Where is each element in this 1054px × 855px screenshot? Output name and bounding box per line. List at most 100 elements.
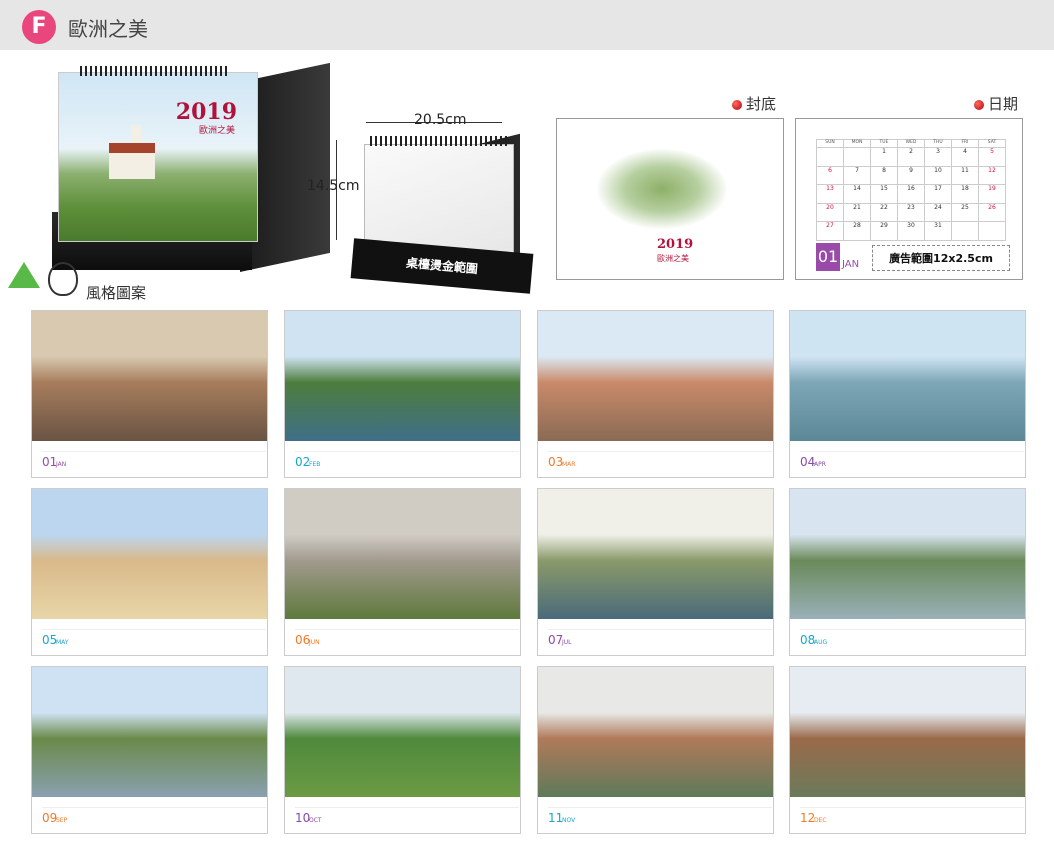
date-cell: 31	[925, 222, 952, 241]
binding-rings-icon	[370, 136, 510, 146]
day-strip	[582, 809, 770, 827]
date-cell	[817, 148, 844, 167]
day-strip	[582, 631, 770, 649]
divider	[42, 629, 266, 630]
date-cell: 5	[979, 148, 1006, 167]
day-strip	[582, 453, 770, 471]
month-name: JAN	[56, 461, 67, 468]
date-page: SUN MON TUE WED THU FRI SAT 1 2 3 4 5 6 7 8 9 10 11 12 13 14…	[795, 118, 1023, 280]
month-card-oct: 10 OCT	[284, 666, 521, 834]
date-cell: 21	[844, 203, 871, 223]
month-card-aug: 08 AUG	[789, 488, 1026, 656]
day-strip	[329, 631, 517, 649]
month-number: 07	[548, 633, 564, 647]
month-name: DEC	[814, 817, 827, 824]
vignette-photo	[597, 149, 727, 229]
divider	[800, 451, 1024, 452]
photo-river-bend-town	[538, 667, 773, 797]
month-grid: SUN MON TUE WED THU FRI SAT 1 2 3 4 5 6 7 8 9 10 11 12 13 14…	[816, 139, 1006, 241]
month-number: 08	[800, 633, 816, 647]
month-name: MAY	[56, 639, 69, 646]
month-number: 12	[800, 811, 816, 825]
church-icon	[109, 143, 155, 179]
photo-bridge-old-town	[790, 667, 1025, 797]
month-number: 04	[800, 455, 816, 469]
date-cell: 17	[925, 185, 952, 204]
month-name: JAN	[842, 259, 860, 270]
month-card-may: 05 MAY	[31, 488, 268, 656]
date-cell: 10	[925, 166, 952, 186]
date-cell: 26	[979, 203, 1006, 223]
weekday-header: SAT	[979, 140, 1006, 148]
face-icon	[48, 262, 78, 296]
divider	[548, 451, 772, 452]
day-strip	[76, 631, 264, 649]
divider	[548, 629, 772, 630]
series-title: 歐洲之美	[68, 17, 148, 41]
cover-calendar: 2019 歐洲之美	[50, 62, 330, 277]
photo-lion-monument	[285, 489, 520, 619]
photo-alpine-river	[32, 667, 267, 797]
date-cell	[952, 222, 979, 241]
day-strip	[834, 631, 1022, 649]
cover-photo: 2019 歐洲之美	[58, 72, 258, 242]
date-cell: 22	[871, 203, 898, 223]
date-cell: 25	[952, 203, 979, 223]
photo-town-square	[538, 311, 773, 441]
month-card-jun: 06 JUN	[284, 488, 521, 656]
month-card-mar: 03 MAR	[537, 310, 774, 478]
photo-river-valley	[285, 311, 520, 441]
month-number: 03	[548, 455, 564, 469]
date-cell: 18	[952, 185, 979, 204]
month-name: SEP	[56, 817, 68, 824]
date-cell: 30	[898, 222, 925, 241]
date-cell: 29	[871, 222, 898, 241]
date-cell: 9	[898, 166, 925, 186]
bullet-icon	[974, 100, 984, 110]
date-cell: 4	[952, 148, 979, 167]
date-cell: 2	[898, 148, 925, 167]
day-strip	[76, 809, 264, 827]
month-number: 01	[816, 243, 840, 271]
month-number: 02	[295, 455, 311, 469]
weekday-header: MON	[844, 140, 871, 148]
month-name: NOV	[562, 817, 576, 824]
binding-rings-icon	[80, 66, 230, 76]
month-name: JUL	[562, 639, 572, 646]
date-cell: 3	[925, 148, 952, 167]
cover-subtitle: 歐洲之美	[198, 126, 235, 136]
month-number: 10	[295, 811, 311, 825]
date-cell: 28	[844, 222, 871, 241]
month-name: AUG	[814, 639, 828, 646]
month-card-apr: 04 APR	[789, 310, 1026, 478]
month-card-jan: 01 JAN	[31, 310, 268, 478]
divider	[42, 807, 266, 808]
cover-year: 2019	[175, 99, 237, 125]
month-card-dec: 12 DEC	[789, 666, 1026, 834]
weekday-header: TUE	[871, 140, 898, 148]
date-cell: 27	[817, 222, 844, 241]
day-strip	[76, 453, 264, 471]
date-cell: 6	[817, 166, 844, 186]
series-badge: F	[22, 10, 56, 44]
month-number: 05	[42, 633, 58, 647]
date-cell: 1	[871, 148, 898, 167]
divider	[548, 807, 772, 808]
date-cell: 8	[871, 166, 898, 186]
divider	[295, 451, 519, 452]
month-name: JUN	[309, 639, 320, 646]
month-number: 09	[42, 811, 58, 825]
date-cell	[844, 148, 871, 167]
divider	[42, 451, 266, 452]
month-number: 01	[42, 455, 58, 469]
date-label: 日期	[974, 93, 1018, 114]
divider	[295, 629, 519, 630]
photo-lake-harbor	[790, 311, 1025, 441]
month-card-feb: 02 FEB	[284, 310, 521, 478]
weekday-header: THU	[925, 140, 952, 148]
month-name: FEB	[309, 461, 321, 468]
weekday-header: WED	[898, 140, 925, 148]
weekday-header: SUN	[817, 140, 844, 148]
date-cell: 12	[979, 166, 1006, 186]
date-cell: 7	[844, 166, 871, 186]
